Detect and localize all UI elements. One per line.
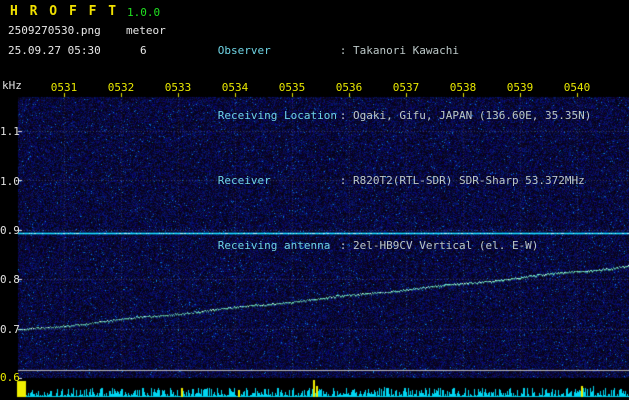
info-label: Receiver: [217, 174, 271, 187]
info-row-observer: Observer: Takanori Kawachi: [178, 31, 591, 70]
info-value: Ogaki, Gifu, JAPAN (136.60E, 35.35N): [353, 109, 592, 122]
mode-label: meteor: [126, 24, 166, 37]
x-tick-0540: 0540: [563, 81, 591, 94]
x-tick-0538: 0538: [449, 81, 477, 94]
app-title: H R O F F T: [10, 4, 119, 19]
y-tick-0.7: 0.7: [0, 323, 20, 336]
info-separator: :: [339, 239, 353, 252]
x-tick-0531: 0531: [50, 81, 78, 94]
echo-count: 6: [140, 44, 147, 57]
x-tick-0537: 0537: [392, 81, 420, 94]
info-separator: :: [339, 109, 353, 122]
app-version: 1.0.0: [127, 6, 161, 19]
info-row-receiver: Receiver: R820T2(RTL-SDR) SDR-Sharp 53.3…: [178, 161, 591, 200]
y-axis-unit: kHz: [2, 79, 22, 92]
info-row-location: Receiving Location: Ogaki, Gifu, JAPAN (…: [178, 96, 592, 135]
info-label: Receiving Location: [217, 109, 337, 122]
info-row-antenna: Receiving antenna: 2el-HB9CV Vertical (e…: [178, 226, 591, 265]
filename: 2509270530.png: [8, 24, 101, 37]
x-tick-0533: 0533: [164, 81, 192, 94]
x-tick-0532: 0532: [107, 81, 135, 94]
y-tick-0.9: 0.9: [0, 224, 20, 237]
info-value: 2el-HB9CV Vertical (el. E-W): [353, 239, 539, 252]
y-tick-0.6: 0.6: [0, 371, 20, 384]
info-label: Observer: [217, 44, 271, 57]
hrofft-screen: H R O F F T 1.0.0 2509270530.png meteor …: [0, 0, 629, 400]
info-value: R820T2(RTL-SDR) SDR-Sharp 53.372MHz: [353, 174, 585, 187]
info-separator: :: [339, 44, 353, 57]
x-tick-0536: 0536: [335, 81, 363, 94]
info-separator: :: [339, 174, 353, 187]
x-tick-0539: 0539: [506, 81, 534, 94]
x-tick-0534: 0534: [221, 81, 249, 94]
y-tick-0.8: 0.8: [0, 273, 20, 286]
timestamp: 25.09.27 05:30: [8, 44, 101, 57]
y-tick-1.0: 1.0: [0, 175, 20, 188]
info-label: Receiving antenna: [217, 239, 331, 252]
x-tick-0535: 0535: [278, 81, 306, 94]
y-tick-1.1: 1.1: [0, 125, 20, 138]
info-value: Takanori Kawachi: [353, 44, 459, 57]
station-info: Observer: Takanori Kawachi Receiving Loc…: [178, 5, 592, 291]
